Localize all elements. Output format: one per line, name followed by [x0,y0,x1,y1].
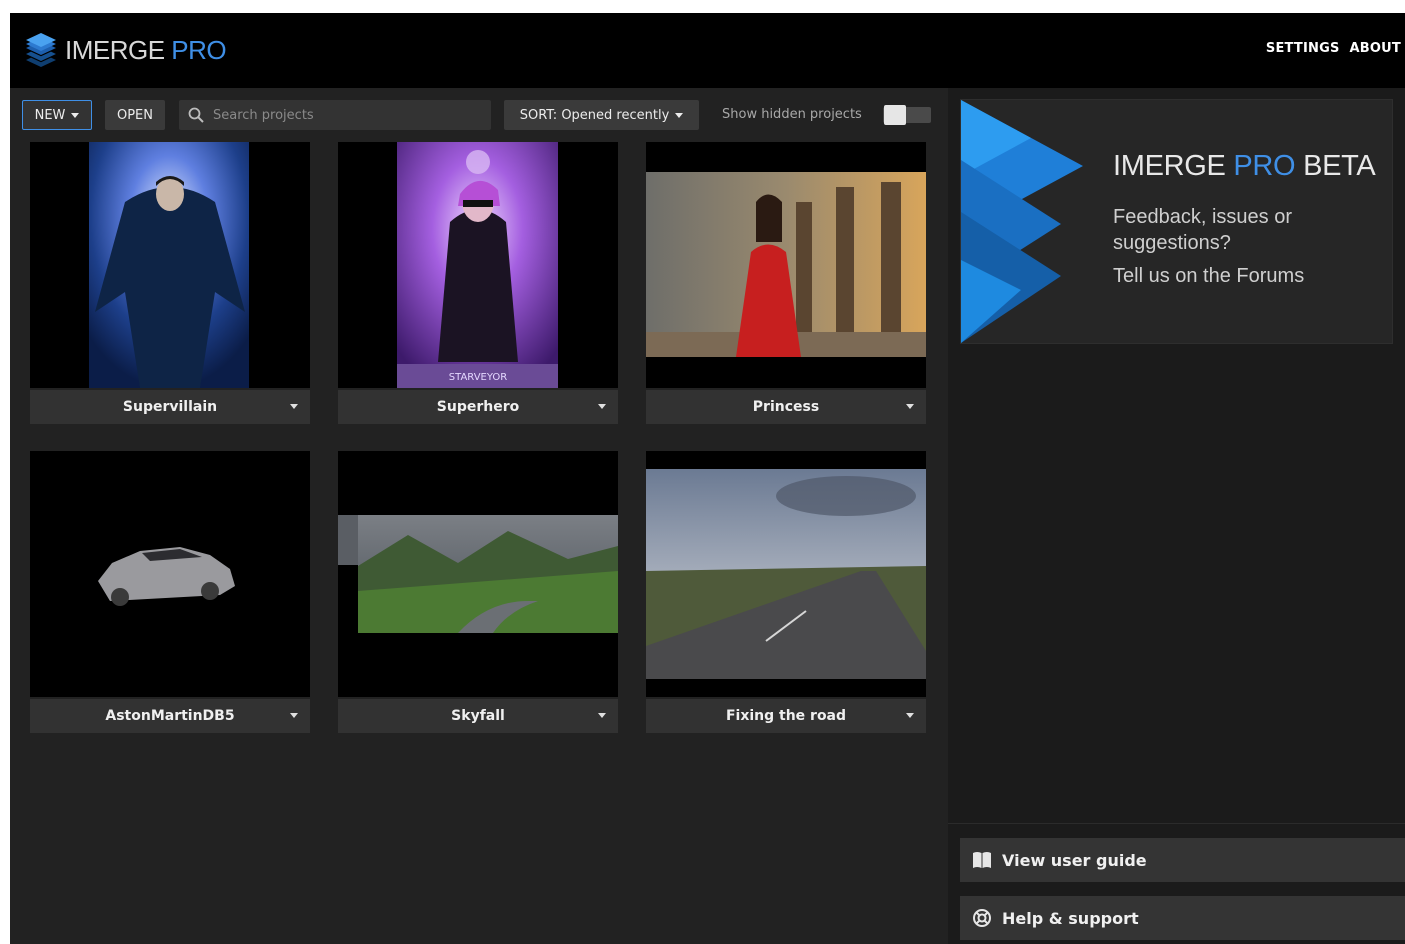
app-window: IMERGE PRO SETTINGS ABOUT NEW OPEN SORT:… [10,13,1405,944]
settings-link[interactable]: SETTINGS [1266,41,1340,56]
caret-down-icon[interactable] [906,713,914,718]
skyfall-image [338,515,618,633]
project-title-bar[interactable]: Supervillain [30,390,310,424]
sort-dropdown[interactable]: SORT: Opened recently [504,100,699,130]
new-button[interactable]: NEW [22,100,92,130]
project-title-bar[interactable]: Superhero [338,390,618,424]
project-card-superhero[interactable]: STARVEYOR Superhero [338,142,618,424]
project-thumbnail[interactable] [646,451,926,697]
project-card-supervillain[interactable]: Supervillain [30,142,310,424]
project-card-fixing-the-road[interactable]: Fixing the road [646,451,926,733]
caret-down-icon[interactable] [598,404,606,409]
project-card-skyfall[interactable]: Skyfall [338,451,618,733]
show-hidden-toggle[interactable] [883,105,931,125]
project-thumbnail[interactable]: STARVEYOR [338,142,618,388]
search-box [179,100,491,130]
project-thumbnail[interactable] [30,451,310,697]
project-thumbnail[interactable] [646,142,926,388]
project-card-astonmartindb5[interactable]: AstonMartinDB5 [30,451,310,733]
top-nav: SETTINGS ABOUT [1266,41,1401,56]
superhero-image: STARVEYOR [397,142,558,388]
beta-title: IMERGE PRO BETA [1113,150,1376,182]
help-support-button[interactable]: Help & support [960,896,1405,940]
project-title: AstonMartinDB5 [105,708,235,724]
lifebuoy-icon [973,909,991,927]
book-icon [973,852,991,868]
layers-logo-icon [26,33,56,67]
brand-name: IMERGE PRO [65,35,227,65]
toggle-knob[interactable] [884,105,906,125]
right-panel: IMERGE PRO BETA Feedback, issues or sugg… [948,88,1405,944]
about-link[interactable]: ABOUT [1350,41,1401,56]
road-image [646,469,926,679]
project-title: Fixing the road [725,708,847,724]
beta-text: Feedback, issues or suggestions? [1113,206,1292,254]
view-user-guide-label: View user guide [1002,850,1147,870]
project-title: Supervillain [122,399,218,415]
top-bar: IMERGE PRO SETTINGS ABOUT [10,13,1405,88]
view-user-guide-button[interactable]: View user guide [960,838,1405,882]
poster-text: STARVEYOR [449,372,508,383]
project-card-princess[interactable]: Princess [646,142,926,424]
toolbar: NEW OPEN SORT: Opened recently Show hidd… [10,88,948,142]
help-support-label: Help & support [1002,908,1139,928]
car-image [98,547,235,606]
project-title-bar[interactable]: Skyfall [338,699,618,733]
caret-down-icon[interactable] [290,713,298,718]
project-title-bar[interactable]: Fixing the road [646,699,926,733]
sort-label: SORT: Opened recently [519,107,670,123]
divider [948,823,1405,824]
search-icon [188,107,204,123]
forums-link[interactable]: Tell us on the Forums [1113,265,1304,288]
project-title: Skyfall [451,708,505,724]
beta-logo-icon [961,100,1083,343]
project-title-bar[interactable]: Princess [646,390,926,424]
show-hidden-label: Show hidden projects [722,107,862,122]
caret-down-icon [675,112,684,118]
beta-banner: IMERGE PRO BETA Feedback, issues or sugg… [960,99,1393,344]
open-button[interactable]: OPEN [105,100,165,130]
project-thumbnail[interactable] [30,142,310,388]
search-input[interactable] [213,107,483,123]
caret-down-icon[interactable] [290,404,298,409]
project-title: Princess [752,399,820,415]
caret-down-icon[interactable] [598,713,606,718]
princess-image [646,172,926,357]
supervillain-image [89,142,249,388]
project-thumbnail[interactable] [338,451,618,697]
open-button-label: OPEN [116,107,153,123]
project-title: Superhero [436,399,520,415]
caret-down-icon [71,112,80,118]
project-title-bar[interactable]: AstonMartinDB5 [30,699,310,733]
caret-down-icon[interactable] [906,404,914,409]
new-button-label: NEW [34,107,66,123]
